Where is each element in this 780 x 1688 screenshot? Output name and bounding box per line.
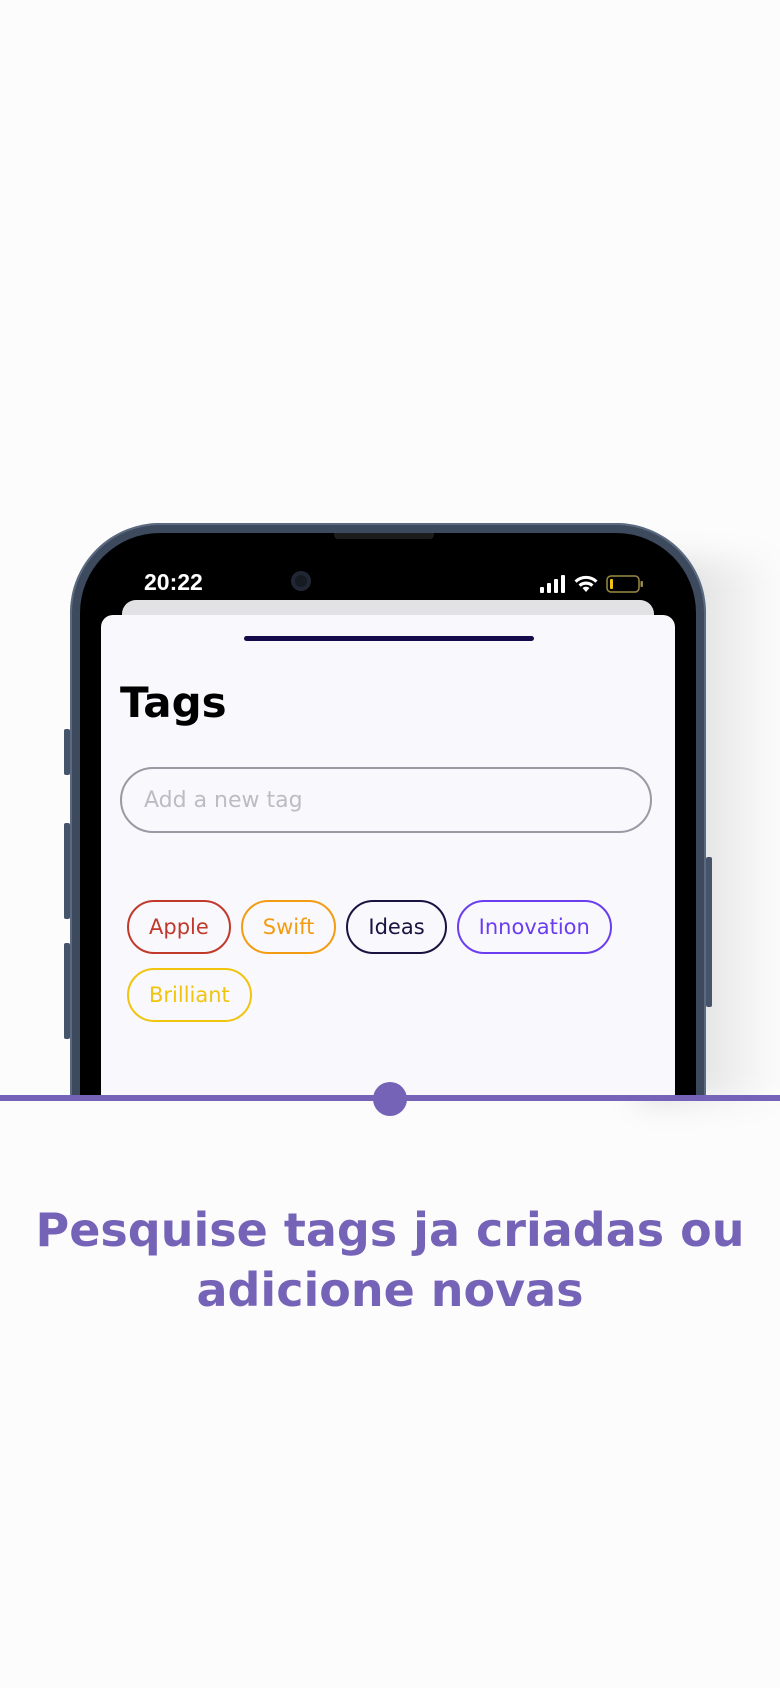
volume-down-button: [64, 943, 70, 1039]
onboarding-caption: Pesquise tags ja criadas ou adicione nov…: [35, 1203, 745, 1317]
phone-screen: 20:22 Tags Add a new tag Apple Swift Ide…: [80, 533, 696, 1098]
volume-up-button: [64, 823, 70, 919]
side-button: [706, 857, 712, 1007]
status-time: 20:22: [144, 569, 203, 595]
signal-icon: [540, 575, 565, 593]
phone-clip: 20:22 Tags Add a new tag Apple Swift Ide…: [0, 0, 780, 1098]
battery-icon: [606, 575, 643, 593]
tag-chip[interactable]: Brilliant: [127, 968, 252, 1022]
tag-chip[interactable]: Apple: [127, 900, 231, 954]
tags-sheet: Tags AppleSwiftIdeasInnovation Brilliant: [101, 615, 675, 1098]
tag-chip[interactable]: Swift: [240, 900, 337, 954]
status-icons: [540, 575, 644, 593]
mute-switch: [64, 729, 70, 775]
tag-chip[interactable]: Ideas: [346, 900, 447, 954]
progress-dot[interactable]: [373, 1082, 407, 1116]
phone-frame: 20:22 Tags Add a new tag Apple Swift Ide…: [64, 523, 712, 1098]
tag-list: Apple Swift Ideas Innovation Brilliant: [127, 900, 647, 1022]
new-tag-input[interactable]: [120, 767, 652, 833]
wifi-icon: [574, 575, 598, 592]
front-camera: [291, 571, 311, 591]
sheet-grabber[interactable]: [244, 636, 534, 641]
speaker: [334, 533, 434, 539]
page-title: Tags: [120, 678, 227, 727]
tag-chip[interactable]: Innovation: [456, 900, 612, 954]
